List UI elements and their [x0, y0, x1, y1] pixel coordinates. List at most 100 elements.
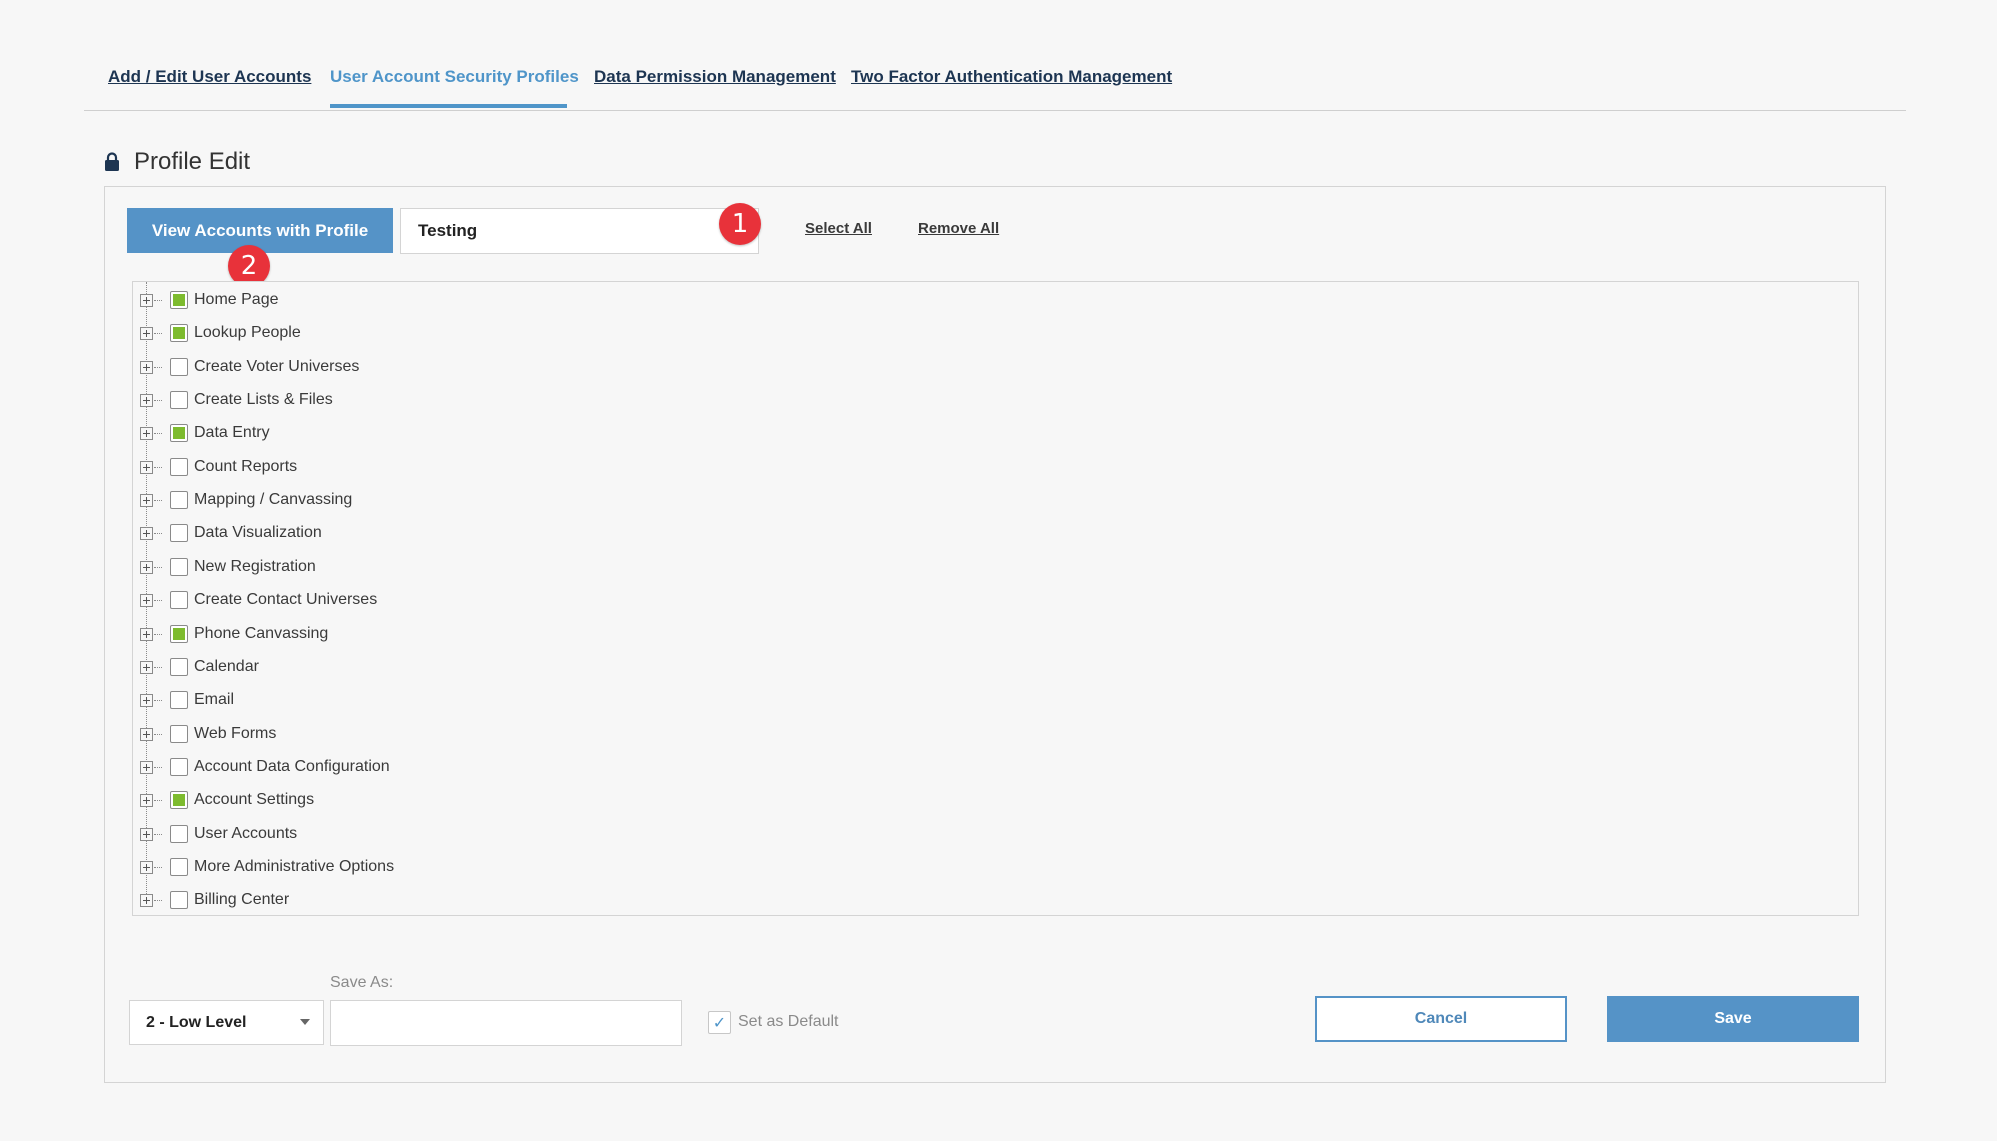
tree-item-checkbox[interactable] — [170, 758, 188, 776]
tree-item-checkbox[interactable] — [170, 424, 188, 442]
page-title-text: Profile Edit — [134, 148, 251, 175]
expand-icon[interactable] — [140, 794, 153, 807]
tab-two-factor-authentication-management[interactable]: Two Factor Authentication Management — [851, 67, 1172, 87]
tree-item-checkbox[interactable] — [170, 324, 188, 342]
tree-connector — [154, 467, 162, 468]
expand-icon[interactable] — [140, 628, 153, 641]
tree-item: Create Voter Universes — [133, 354, 733, 380]
tree-item: Create Lists & Files — [133, 387, 733, 413]
expand-icon[interactable] — [140, 661, 153, 674]
tab-user-account-security-profiles[interactable]: User Account Security Profiles — [330, 67, 579, 87]
tree-item-label[interactable]: Create Contact Universes — [194, 591, 377, 609]
expand-icon[interactable] — [140, 594, 153, 607]
permission-tree: Home Page Lookup People Create Voter Unive… — [132, 281, 1859, 916]
tree-item: User Accounts — [133, 821, 733, 847]
tree-connector — [154, 767, 162, 768]
tree-item-checkbox[interactable] — [170, 558, 188, 576]
lock-icon — [104, 152, 120, 172]
expand-icon[interactable] — [140, 861, 153, 874]
expand-icon[interactable] — [140, 427, 153, 440]
tree-connector — [154, 667, 162, 668]
expand-icon[interactable] — [140, 294, 153, 307]
security-level-value: 2 - Low Level — [146, 1013, 247, 1031]
active-tab-indicator — [330, 104, 567, 108]
security-level-select[interactable]: 2 - Low Level — [129, 1000, 324, 1045]
tree-item-label[interactable]: More Administrative Options — [194, 858, 394, 876]
expand-icon[interactable] — [140, 761, 153, 774]
tree-item-label[interactable]: Lookup People — [194, 324, 301, 342]
tab-add-edit-user-accounts[interactable]: Add / Edit User Accounts — [108, 67, 311, 87]
expand-icon[interactable] — [140, 394, 153, 407]
expand-icon[interactable] — [140, 894, 153, 907]
tree-item-label[interactable]: Home Page — [194, 291, 279, 309]
tree-item-checkbox[interactable] — [170, 691, 188, 709]
tree-item-label[interactable]: Mapping / Canvassing — [194, 491, 352, 509]
tree-connector — [154, 433, 162, 434]
tree-connector — [154, 734, 162, 735]
expand-icon[interactable] — [140, 494, 153, 507]
expand-icon[interactable] — [140, 694, 153, 707]
tree-connector — [154, 800, 162, 801]
tree-item-checkbox[interactable] — [170, 858, 188, 876]
set-as-default-checkbox[interactable]: ✓ — [708, 1011, 731, 1034]
tree-item-label[interactable]: Account Data Configuration — [194, 758, 390, 776]
tree-item-label[interactable]: Create Lists & Files — [194, 391, 333, 409]
tree-item: Billing Center — [133, 887, 733, 913]
expand-icon[interactable] — [140, 561, 153, 574]
tree-item-label[interactable]: User Accounts — [194, 825, 297, 843]
expand-icon[interactable] — [140, 728, 153, 741]
tree-item-label[interactable]: Email — [194, 691, 234, 709]
tree-item-label[interactable]: New Registration — [194, 558, 316, 576]
profile-name-input[interactable] — [400, 208, 759, 254]
tree-item-label[interactable]: Phone Canvassing — [194, 625, 328, 643]
expand-icon[interactable] — [140, 327, 153, 340]
tree-item-checkbox[interactable] — [170, 658, 188, 676]
tree-item-label[interactable]: Count Reports — [194, 458, 297, 476]
tree-item: Mapping / Canvassing — [133, 487, 733, 513]
set-as-default-label: Set as Default — [738, 1013, 839, 1030]
tree-item-checkbox[interactable] — [170, 491, 188, 509]
tab-data-permission-management[interactable]: Data Permission Management — [594, 67, 836, 87]
tree-connector — [154, 700, 162, 701]
tree-item-label[interactable]: Calendar — [194, 658, 259, 676]
tree-item-label[interactable]: Web Forms — [194, 725, 276, 743]
save-button[interactable]: Save — [1607, 996, 1859, 1042]
tree-item-checkbox[interactable] — [170, 358, 188, 376]
tree-item: More Administrative Options — [133, 854, 733, 880]
tree-item: Count Reports — [133, 454, 733, 480]
expand-icon[interactable] — [140, 828, 153, 841]
annotation-badge-1: 1 — [719, 203, 761, 245]
tree-connector — [154, 400, 162, 401]
expand-icon[interactable] — [140, 461, 153, 474]
tree-item-checkbox[interactable] — [170, 791, 188, 809]
cancel-button[interactable]: Cancel — [1315, 996, 1567, 1042]
tree-connector — [154, 367, 162, 368]
tree-item-label[interactable]: Billing Center — [194, 891, 289, 909]
tree-item-label[interactable]: Data Visualization — [194, 524, 322, 542]
tree-item-checkbox[interactable] — [170, 725, 188, 743]
expand-icon[interactable] — [140, 527, 153, 540]
tree-item-checkbox[interactable] — [170, 391, 188, 409]
tree-item: Home Page — [133, 287, 733, 313]
tree-item-label[interactable]: Create Voter Universes — [194, 358, 359, 376]
remove-all-link[interactable]: Remove All — [918, 220, 999, 237]
tree-item-checkbox[interactable] — [170, 458, 188, 476]
page-title: Profile Edit — [104, 148, 250, 176]
tree-connector — [154, 300, 162, 301]
view-accounts-with-profile-button[interactable]: View Accounts with Profile — [127, 208, 393, 253]
save-as-input[interactable] — [330, 1000, 682, 1046]
tree-item-label[interactable]: Data Entry — [194, 424, 270, 442]
tree-item-checkbox[interactable] — [170, 291, 188, 309]
tree-item-checkbox[interactable] — [170, 524, 188, 542]
tree-connector — [154, 600, 162, 601]
tree-item: Data Entry — [133, 420, 733, 446]
tree-item-checkbox[interactable] — [170, 591, 188, 609]
expand-icon[interactable] — [140, 361, 153, 374]
tree-item-checkbox[interactable] — [170, 891, 188, 909]
tree-item: Calendar — [133, 654, 733, 680]
tree-item-label[interactable]: Account Settings — [194, 791, 314, 809]
tree-item-checkbox[interactable] — [170, 825, 188, 843]
tree-connector — [154, 500, 162, 501]
select-all-link[interactable]: Select All — [805, 220, 872, 237]
tree-item-checkbox[interactable] — [170, 625, 188, 643]
